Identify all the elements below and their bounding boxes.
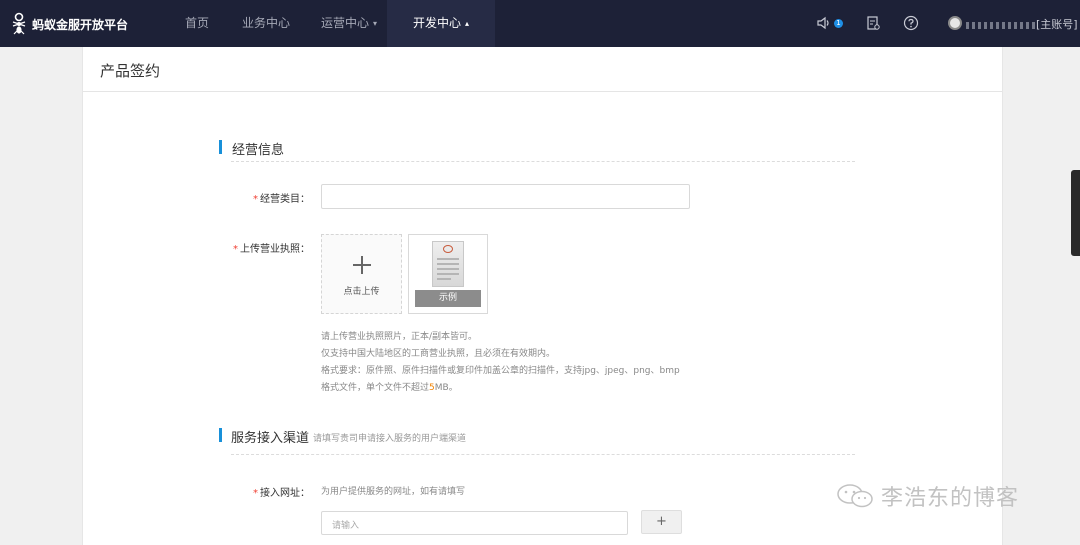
- section-title-business: 经营信息: [232, 143, 285, 158]
- sample-line: [437, 268, 459, 270]
- top-nav-bar: 蚂蚁金服开放平台 首页 业务中心 运营中心 ▾ 开发中心 ▴ 1 [主账号]: [0, 0, 1080, 47]
- avatar[interactable]: [948, 16, 962, 30]
- nav-developer-label: 开发中心: [413, 16, 462, 30]
- sample-line: [437, 263, 459, 265]
- upload-label: 点击上传: [343, 287, 380, 297]
- url-input-placeholder: 请输入: [332, 521, 360, 531]
- nav-item-operations[interactable]: 运营中心 ▾: [321, 0, 377, 47]
- chevron-up-icon: ▴: [465, 19, 470, 28]
- brand-name: 蚂蚁金服开放平台: [32, 17, 129, 32]
- sample-line: [437, 258, 459, 260]
- content-card: [82, 47, 1003, 545]
- nav-business-label: 业务中心: [242, 16, 291, 30]
- blog-watermark: 李浩东的博客: [835, 480, 1019, 512]
- section-divider: [231, 161, 855, 162]
- plus-icon-stem: [361, 256, 363, 274]
- license-help-line-2: 仅支持中国大陆地区的工商营业执照，且必须在有效期内。: [321, 349, 556, 359]
- required-mark: *: [233, 244, 238, 255]
- url-label: * 接入网址：: [230, 484, 310, 499]
- url-hint: 为用户提供服务的网址，如有请填写: [321, 487, 466, 497]
- section-marker: [219, 140, 222, 154]
- nav-operations-label: 运营中心: [321, 16, 370, 30]
- license-label-text: 上传营业执照：: [240, 244, 310, 255]
- url-input[interactable]: 请输入: [321, 511, 628, 535]
- upload-button[interactable]: 点击上传: [321, 234, 402, 314]
- seal-mark: [443, 245, 453, 253]
- section-marker: [219, 428, 222, 442]
- nav-item-developer[interactable]: 开发中心 ▴: [387, 0, 496, 47]
- speaker-icon[interactable]: [816, 15, 832, 31]
- wechat-icon: [837, 484, 873, 508]
- page-title: 产品签约: [100, 62, 161, 80]
- license-help-line-4: 格式文件，单个文件不超过5MB。: [321, 380, 458, 393]
- license-label: * 上传营业执照：: [220, 240, 310, 255]
- required-mark: *: [253, 488, 258, 499]
- chevron-down-icon: ▾: [373, 19, 378, 28]
- license-help-line-1: 请上传营业执照照片，正本/副本皆可。: [321, 332, 478, 342]
- category-label: * 经营类目：: [230, 190, 310, 205]
- nav-home-label: 首页: [185, 16, 210, 30]
- add-url-button[interactable]: +: [641, 510, 682, 534]
- required-mark: *: [253, 194, 258, 205]
- sample-line: [437, 278, 451, 280]
- category-label-text: 经营类目：: [260, 194, 310, 205]
- brand-logo[interactable]: 蚂蚁金服开放平台: [10, 12, 128, 36]
- feedback-side-tab[interactable]: [1071, 170, 1080, 256]
- notification-badge: 1: [834, 19, 843, 28]
- document-icon[interactable]: [865, 15, 881, 31]
- license-sample-image: [432, 241, 464, 287]
- url-label-text: 接入网址：: [260, 488, 310, 499]
- help-text: MB。: [434, 383, 458, 393]
- section-title-channel: 服务接入渠道: [231, 431, 310, 446]
- nav-item-home[interactable]: 首页: [185, 0, 209, 47]
- account-role: [主账号]: [1036, 18, 1078, 31]
- ant-logo-icon: [12, 12, 26, 35]
- watermark-text: 李浩东的博客: [881, 486, 1020, 511]
- account-name-redacted: [966, 21, 1036, 29]
- license-help-line-3: 格式要求：原件照、原件扫描件或复印件加盖公章的扫描件，支持jpg、jpeg、pn…: [321, 366, 680, 376]
- section-divider: [231, 454, 855, 455]
- sample-line: [437, 273, 459, 275]
- sample-thumbnail[interactable]: 示例: [408, 234, 488, 314]
- section-hint-channel: 请填写贵司申请接入服务的用户端渠道: [313, 434, 467, 444]
- category-input[interactable]: [321, 184, 690, 209]
- nav-item-business[interactable]: 业务中心: [242, 0, 290, 47]
- help-icon[interactable]: [903, 15, 919, 31]
- title-divider: [83, 91, 1002, 92]
- sample-caption: 示例: [415, 290, 481, 307]
- help-text: 格式文件，单个文件不超过: [321, 383, 430, 393]
- account-menu[interactable]: [主账号]: [966, 16, 1078, 32]
